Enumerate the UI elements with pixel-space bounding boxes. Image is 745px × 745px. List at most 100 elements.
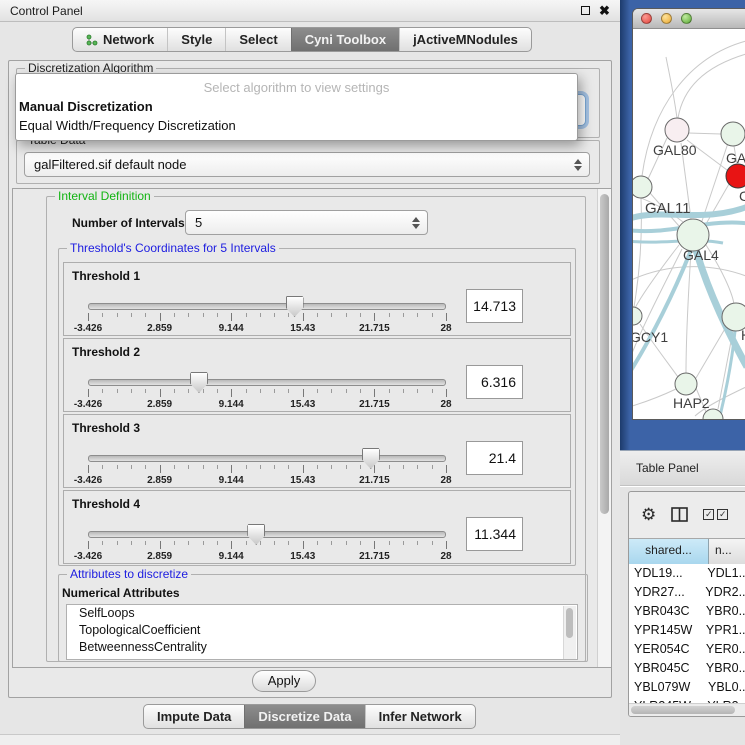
gear-icon[interactable]: ⚙ — [641, 506, 656, 523]
tab-impute-data[interactable]: Impute Data — [144, 705, 244, 728]
tab-cyni-toolbox[interactable]: Cyni Toolbox — [291, 28, 399, 51]
table-header-row: shared... n... — [629, 538, 745, 565]
node-gal11[interactable] — [633, 176, 652, 198]
tab-style[interactable]: Style — [167, 28, 225, 51]
combobox-value: galFiltered.sif default node — [34, 153, 589, 176]
threshold-slider[interactable]: -3.4262.8599.14415.4321.71528 — [88, 455, 446, 487]
combobox-value: 5 — [195, 211, 427, 234]
network-canvas[interactable]: GAL80 GA C GAL11 GAL4 GCY1 H HAP2 — [633, 29, 745, 420]
panel-footer — [0, 734, 620, 745]
tab-infer-network[interactable]: Infer Network — [365, 705, 475, 728]
tab-label: Cyni Toolbox — [305, 27, 386, 52]
tab-discretize-data[interactable]: Discretize Data — [244, 705, 364, 728]
edge — [686, 251, 691, 373]
table-row[interactable]: YDL19...YDL1... — [629, 564, 745, 583]
threshold-slider[interactable]: -3.4262.8599.14415.4321.71528 — [88, 303, 446, 335]
threshold-label: Threshold 1 — [72, 269, 140, 283]
zoom-traffic-light-icon[interactable] — [681, 13, 692, 24]
slider-track[interactable] — [88, 455, 446, 462]
close-icon[interactable]: ✖ — [599, 2, 610, 20]
node-hap2[interactable] — [675, 373, 697, 395]
table-cell: YBL0... — [704, 678, 745, 697]
attribute-item[interactable]: SelfLoops — [67, 605, 577, 622]
column-header-shared-name[interactable]: shared... — [629, 539, 709, 564]
panel-title: Control Panel — [10, 0, 83, 22]
table-row[interactable]: YBL079WYBL0... — [629, 678, 745, 697]
scrollbar-thumb[interactable] — [566, 608, 573, 638]
attribute-item[interactable]: TopologicalCoefficient — [67, 622, 577, 639]
apply-button[interactable]: Apply — [252, 670, 316, 692]
table-cell: YDR2... — [701, 583, 745, 602]
vertical-scrollbar[interactable] — [597, 189, 611, 667]
combobox-stepper-icon — [574, 159, 582, 171]
attribute-item[interactable]: BetweennessCentrality — [67, 639, 577, 656]
threshold-value-field[interactable]: 11.344 — [466, 517, 523, 551]
tab-label: Infer Network — [379, 704, 462, 729]
table-data-combobox[interactable]: galFiltered.sif default node — [24, 152, 590, 177]
tab-select[interactable]: Select — [225, 28, 290, 51]
scrollbar-thumb[interactable] — [600, 194, 609, 514]
tab-label: Style — [181, 27, 212, 52]
threshold-4-panel: Threshold 4-3.4262.8599.14415.4321.71528… — [63, 490, 571, 564]
threshold-slider[interactable]: -3.4262.8599.14415.4321.71528 — [88, 531, 446, 563]
scrollbar-thumb[interactable] — [631, 706, 735, 714]
minimize-traffic-light-icon[interactable] — [661, 13, 672, 24]
dropdown-item-equal-width[interactable]: Equal Width/Frequency Discretization — [16, 118, 577, 133]
group-title: Attributes to discretize — [67, 567, 191, 581]
tab-label: Select — [239, 27, 277, 52]
slider-tick-labels: -3.4262.8599.14415.4321.71528 — [88, 399, 446, 411]
table-rows: YDL19...YDL1...YDR27...YDR2...YBR043CYBR… — [629, 564, 745, 704]
threshold-label: Threshold 2 — [72, 345, 140, 359]
table-cell: YBR045C — [629, 659, 702, 678]
node-table: ⚙ ✓ ✓ shared... n... YDL19...YDL1...YDR2… — [628, 491, 745, 717]
node-label-cut: C — [739, 188, 745, 204]
column-header-name[interactable]: n... — [709, 539, 745, 564]
node-label-gal11: GAL11 — [645, 200, 691, 217]
table-cell: YBR0... — [702, 602, 745, 621]
node-label-gal80: GAL80 — [653, 142, 697, 158]
node-selected-red[interactable] — [726, 164, 745, 188]
slider-tick-labels: -3.4262.8599.14415.4321.71528 — [88, 551, 446, 563]
threshold-value-field[interactable]: 6.316 — [466, 365, 523, 399]
network-graph: GAL80 GA C GAL11 GAL4 GCY1 H HAP2 — [633, 29, 745, 420]
node-gcy1[interactable] — [633, 307, 642, 325]
network-window: GAL80 GA C GAL11 GAL4 GCY1 H HAP2 — [632, 8, 745, 420]
split-columns-icon[interactable] — [671, 507, 688, 522]
close-traffic-light-icon[interactable] — [641, 13, 652, 24]
threshold-3-panel: Threshold 3-3.4262.8599.14415.4321.71528… — [63, 414, 571, 488]
control-panel: Control Panel ✖ Network Style Select Cyn… — [0, 0, 620, 745]
top-tab-bar: Network Style Select Cyni Toolbox jActiv… — [72, 27, 532, 52]
horizontal-scrollbar[interactable] — [629, 703, 745, 716]
slider-track[interactable] — [88, 379, 446, 386]
select-columns-icon[interactable]: ✓ ✓ — [703, 509, 728, 520]
tab-jactivemnodules[interactable]: jActiveMNodules — [399, 28, 531, 51]
tab-network[interactable]: Network — [73, 28, 167, 51]
table-cell: YDR27... — [629, 583, 701, 602]
threshold-slider[interactable]: -3.4262.8599.14415.4321.71528 — [88, 379, 446, 411]
control-panel-titlebar: Control Panel ✖ — [0, 0, 620, 22]
threshold-2-panel: Threshold 2 -3.4262.8599.14415.4321.71528… — [63, 338, 571, 412]
network-icon — [86, 34, 98, 46]
node-label-hap2: HAP2 — [673, 395, 710, 411]
float-window-icon[interactable] — [581, 6, 590, 15]
table-row[interactable]: YBR043CYBR0... — [629, 602, 745, 621]
slider-track[interactable] — [88, 303, 446, 310]
table-row[interactable]: YDR27...YDR2... — [629, 583, 745, 602]
table-row[interactable]: YBR045CYBR0... — [629, 659, 745, 678]
threshold-value-field[interactable]: 14.713 — [466, 289, 523, 323]
table-panel-title: Table Panel — [636, 461, 699, 475]
attributes-scrollbar[interactable] — [563, 606, 576, 660]
slider-ticks — [88, 465, 446, 474]
attributes-list: SelfLoopsTopologicalCoefficientBetweenne… — [66, 604, 578, 660]
node-gal80[interactable] — [665, 118, 689, 142]
table-row[interactable]: YPR145WYPR1... — [629, 621, 745, 640]
edge-highlighted — [720, 331, 735, 416]
dropdown-item-manual[interactable]: Manual Discretization — [16, 99, 577, 114]
table-cell: YER054C — [629, 640, 702, 659]
number-of-intervals-combobox[interactable]: 5 — [185, 210, 428, 235]
threshold-value-field[interactable]: 21.4 — [466, 441, 523, 475]
network-window-titlebar[interactable] — [633, 9, 745, 29]
table-row[interactable]: YER054CYER0... — [629, 640, 745, 659]
node-top-right[interactable] — [721, 122, 745, 146]
slider-track[interactable] — [88, 531, 446, 538]
